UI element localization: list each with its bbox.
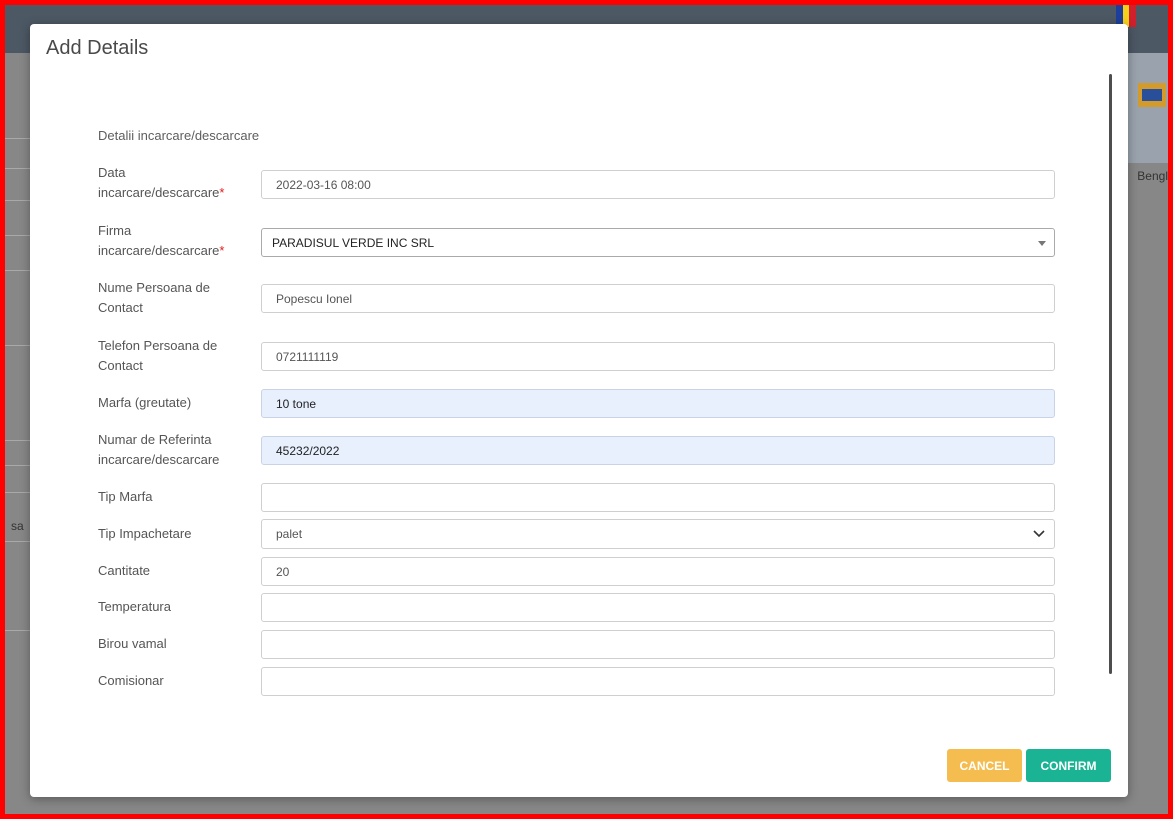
label-line: Contact xyxy=(98,358,143,373)
tip-impachetare-label: Tip Impachetare xyxy=(98,526,192,541)
firma-incarcare-label: Firma incarcare/descarcare* xyxy=(98,221,258,261)
label-line: Telefon Persoana de xyxy=(98,338,218,353)
telefon-contact-label: Telefon Persoana de Contact xyxy=(98,336,258,376)
label-line: incarcare/descarcare xyxy=(98,452,220,467)
comisionar-label: Comisionar xyxy=(98,673,164,688)
numar-referinta-input[interactable] xyxy=(261,436,1055,465)
tip-impachetare-select[interactable]: palet xyxy=(261,519,1055,549)
birou-vamal-label: Birou vamal xyxy=(98,636,167,651)
cancel-button[interactable]: CANCEL xyxy=(947,749,1022,782)
label-line: Data xyxy=(98,165,126,180)
cantitate-input[interactable] xyxy=(261,557,1055,586)
required-mark: * xyxy=(219,185,225,200)
firma-incarcare-select[interactable]: PARADISUL VERDE INC SRL xyxy=(261,228,1055,257)
modal-scrollbar[interactable] xyxy=(1109,74,1112,674)
numar-referinta-label: Numar de Referinta incarcare/descarcare xyxy=(98,430,258,470)
background-table-text: sa xyxy=(11,519,24,533)
required-mark: * xyxy=(219,243,225,258)
background-map xyxy=(1128,53,1168,163)
label-line: incarcare/descarcare xyxy=(98,243,220,258)
tip-marfa-input[interactable] xyxy=(261,483,1055,512)
background-map-label: Bengl xyxy=(1137,169,1168,183)
data-incarcare-input[interactable] xyxy=(261,170,1055,199)
confirm-button[interactable]: CONFIRM xyxy=(1026,749,1111,782)
nume-contact-label: Nume Persoana de Contact xyxy=(98,278,258,318)
cantitate-label: Cantitate xyxy=(98,563,151,578)
add-details-modal: Add Details Detalii incarcare/descarcare… xyxy=(30,24,1128,797)
comisionar-input[interactable] xyxy=(261,667,1055,696)
caret-down-icon xyxy=(1038,241,1046,246)
chevron-down-icon xyxy=(1033,530,1045,538)
firma-selected-value: PARADISUL VERDE INC SRL xyxy=(272,236,435,250)
temperatura-input[interactable] xyxy=(261,593,1055,622)
temperatura-label: Temperatura xyxy=(98,599,171,614)
modal-title: Add Details xyxy=(46,37,149,59)
section-title: Detalii incarcare/descarcare xyxy=(98,128,260,143)
marfa-greutate-input[interactable] xyxy=(261,389,1055,418)
marfa-greutate-label: Marfa (greutate) xyxy=(98,395,192,410)
map-logo-icon xyxy=(1138,83,1166,107)
nume-contact-input[interactable] xyxy=(261,284,1055,313)
tip-impachetare-value: palet xyxy=(276,527,303,541)
label-line: Firma xyxy=(98,223,132,238)
telefon-contact-input[interactable] xyxy=(261,342,1055,371)
label-line: Contact xyxy=(98,300,143,315)
birou-vamal-input[interactable] xyxy=(261,630,1055,659)
label-line: Numar de Referinta xyxy=(98,432,212,447)
label-line: Nume Persoana de xyxy=(98,280,211,295)
tip-marfa-label: Tip Marfa xyxy=(98,489,153,504)
label-line: incarcare/descarcare xyxy=(98,185,220,200)
data-incarcare-label: Data incarcare/descarcare* xyxy=(98,163,258,203)
